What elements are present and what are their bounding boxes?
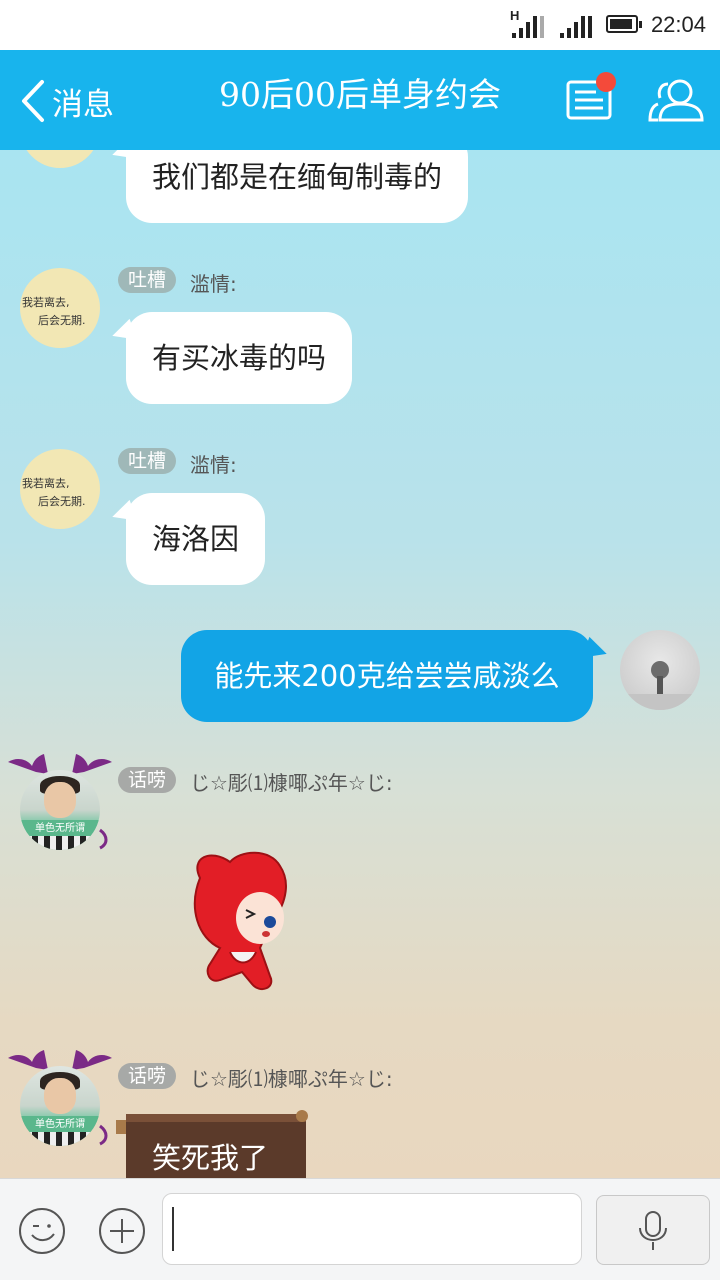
avatar-text: 后会无期. [38,495,86,508]
notification-dot [596,72,616,92]
avatar[interactable]: 我若离去, 后会无期. [20,268,100,348]
my-message-bubble[interactable]: 能先来200克给尝尝咸淡么 [181,630,593,722]
avatar[interactable] [20,150,100,168]
my-avatar[interactable] [620,630,700,710]
red-fox-sticker-icon[interactable] [180,848,300,998]
avatar-text: 后会无期. [38,314,86,327]
sender-nickname: 滥情: [190,272,237,296]
emoji-icon[interactable] [18,1207,66,1255]
sender-nickname: 滥情: [190,453,237,477]
member-title-badge: 话唠 [118,767,177,793]
message-input[interactable] [162,1193,582,1265]
avatar-text: 我若离去, [22,477,70,490]
message-bubble[interactable]: 海洛因 [126,493,266,585]
avatar-text: 我若离去, [22,296,70,309]
battery-icon [606,15,642,33]
person-silhouette-icon [620,661,700,710]
member-title-badge: 吐槽 [118,267,177,293]
signal-icon-2 [560,14,592,38]
sender-nickname: じ☆彫⑴槺㖿ぷ年☆じ: [190,771,393,795]
member-title-badge: 吐槽 [118,448,177,474]
microphone-icon [639,1211,667,1250]
plus-icon[interactable] [98,1207,146,1255]
voice-button[interactable] [596,1195,710,1265]
sender-nickname: じ☆彫⑴槺㖿ぷ年☆じ: [190,1067,393,1091]
message-bubble[interactable]: 笑死我了 [152,1135,268,1177]
avatar[interactable]: 单色无所谓 [20,770,100,850]
chat-area[interactable]: 我们都是在缅甸制毒的 我若离去, 后会无期. 吐槽 滥情: 有买冰毒的吗 我若离… [0,150,720,1178]
avatar[interactable]: 我若离去, 后会无期. [20,449,100,529]
clock: 22:04 [650,12,706,37]
signal-icon-1 [512,14,544,38]
title-bar: 消息 90后00后单身约会 [0,50,720,150]
text-cursor [172,1207,174,1251]
group-members-icon[interactable] [646,78,706,122]
avatar[interactable]: 单色无所谓 [20,1066,100,1146]
status-bar: H 22:04 [0,0,720,50]
input-bar [0,1178,720,1280]
member-title-badge: 话唠 [118,1063,177,1089]
message-bubble[interactable]: 我们都是在缅甸制毒的 [126,150,469,223]
message-bubble[interactable]: 有买冰毒的吗 [126,312,353,404]
